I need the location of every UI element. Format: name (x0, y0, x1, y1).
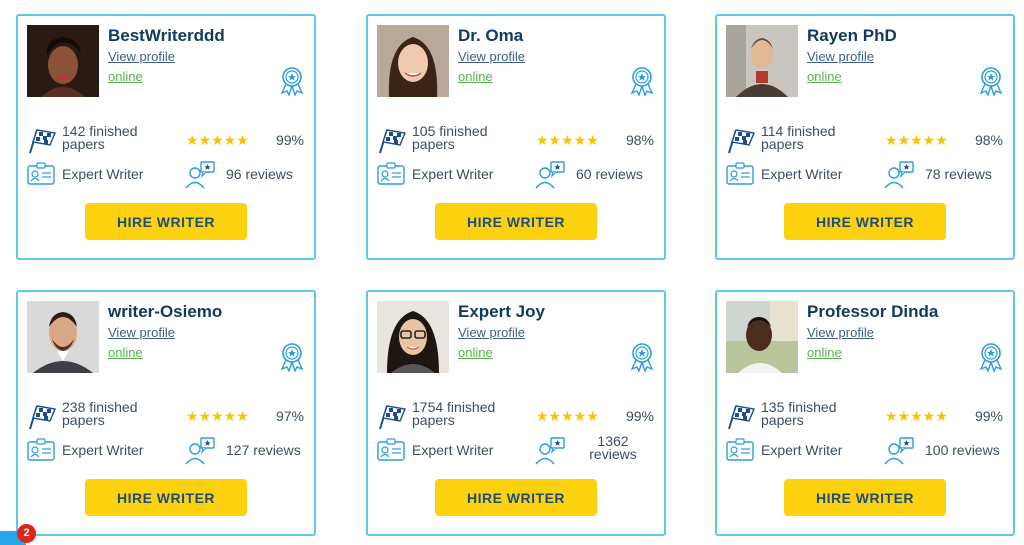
writer-avatar[interactable] (27, 25, 99, 97)
review-count[interactable]: 96 reviews (226, 166, 293, 182)
rating-stars: ★★★★★ (885, 132, 948, 148)
rating-stars: ★★★★★ (186, 132, 249, 148)
award-badge-icon (280, 343, 304, 372)
writer-level: Expert Writer (761, 442, 843, 458)
hire-writer-button[interactable]: HIRE WRITER (784, 203, 946, 240)
view-profile-link[interactable]: View profile (458, 325, 525, 340)
reviewer-icon (185, 161, 215, 189)
writer-avatar[interactable] (377, 25, 449, 97)
writer-level: Expert Writer (412, 166, 494, 182)
finished-papers: 105 finished papers (412, 123, 488, 152)
online-status: online (108, 345, 143, 360)
rating-stars: ★★★★★ (186, 408, 249, 424)
id-card-icon (27, 438, 55, 461)
rating-percent: 98% (625, 132, 654, 148)
review-count[interactable]: 1362 reviews (588, 434, 638, 461)
checkered-flag-icon (29, 405, 56, 430)
writer-name[interactable]: writer-Osiemo (108, 302, 222, 322)
award-badge-icon (280, 67, 304, 96)
checkered-flag-icon (379, 405, 406, 430)
writer-card: Professor Dinda View profile online 135 … (715, 290, 1015, 536)
writers-grid: BestWriterddd View profile online 142 fi… (0, 0, 1024, 545)
online-status: online (807, 345, 842, 360)
writer-card: Expert Joy View profile online 1754 fini… (366, 290, 666, 536)
writer-level: Expert Writer (761, 166, 843, 182)
hire-writer-button[interactable]: HIRE WRITER (435, 479, 597, 516)
writer-avatar[interactable] (27, 301, 99, 373)
award-badge-icon (630, 67, 654, 96)
review-count[interactable]: 78 reviews (925, 166, 992, 182)
writer-avatar[interactable] (726, 301, 798, 373)
checkered-flag-icon (728, 405, 755, 430)
rating-percent: 97% (275, 408, 304, 424)
rating-percent: 99% (625, 408, 654, 424)
review-count[interactable]: 127 reviews (226, 442, 301, 458)
finished-papers: 238 finished papers (62, 399, 138, 428)
writer-name[interactable]: Expert Joy (458, 302, 545, 322)
finished-papers: 135 finished papers (761, 399, 837, 428)
hire-writer-button[interactable]: HIRE WRITER (85, 479, 247, 516)
reviewer-icon (535, 437, 565, 465)
rating-percent: 99% (275, 132, 304, 148)
id-card-icon (377, 438, 405, 461)
view-profile-link[interactable]: View profile (108, 49, 175, 64)
reviewer-icon (535, 161, 565, 189)
writer-card: BestWriterddd View profile online 142 fi… (16, 14, 316, 260)
finished-papers: 114 finished papers (761, 123, 836, 152)
writer-name[interactable]: BestWriterddd (108, 26, 225, 46)
writer-card: Dr. Oma View profile online 105 finished… (366, 14, 666, 260)
writer-name[interactable]: Rayen PhD (807, 26, 897, 46)
finished-papers: 142 finished papers (62, 123, 138, 152)
rating-stars: ★★★★★ (536, 408, 599, 424)
writer-name[interactable]: Professor Dinda (807, 302, 938, 322)
checkered-flag-icon (379, 129, 406, 154)
online-status: online (108, 69, 143, 84)
id-card-icon (377, 162, 405, 185)
checkered-flag-icon (728, 129, 755, 154)
writer-level: Expert Writer (62, 442, 144, 458)
writer-avatar[interactable] (726, 25, 798, 97)
hire-writer-button[interactable]: HIRE WRITER (435, 203, 597, 240)
id-card-icon (726, 438, 754, 461)
award-badge-icon (979, 67, 1003, 96)
reviewer-icon (884, 437, 914, 465)
view-profile-link[interactable]: View profile (807, 325, 874, 340)
rating-percent: 98% (974, 132, 1003, 148)
rating-stars: ★★★★★ (885, 408, 948, 424)
writer-name[interactable]: Dr. Oma (458, 26, 523, 46)
writer-card: writer-Osiemo View profile online 238 fi… (16, 290, 316, 536)
writer-card: Rayen PhD View profile online 114 finish… (715, 14, 1015, 260)
reviewer-icon (185, 437, 215, 465)
writer-avatar[interactable] (377, 301, 449, 373)
checkered-flag-icon (29, 129, 56, 154)
view-profile-link[interactable]: View profile (458, 49, 525, 64)
online-status: online (458, 69, 493, 84)
id-card-icon (27, 162, 55, 185)
review-count[interactable]: 60 reviews (576, 166, 643, 182)
writer-level: Expert Writer (62, 166, 144, 182)
view-profile-link[interactable]: View profile (807, 49, 874, 64)
review-count[interactable]: 100 reviews (925, 442, 1000, 458)
hire-writer-button[interactable]: HIRE WRITER (85, 203, 247, 240)
hire-writer-button[interactable]: HIRE WRITER (784, 479, 946, 516)
finished-papers: 1754 finished papers (412, 399, 496, 428)
reviewer-icon (884, 161, 914, 189)
view-profile-link[interactable]: View profile (108, 325, 175, 340)
id-card-icon (726, 162, 754, 185)
notification-badge[interactable]: 2 (17, 524, 36, 543)
rating-percent: 99% (974, 408, 1003, 424)
online-status: online (807, 69, 842, 84)
award-badge-icon (630, 343, 654, 372)
online-status: online (458, 345, 493, 360)
award-badge-icon (979, 343, 1003, 372)
writer-level: Expert Writer (412, 442, 494, 458)
rating-stars: ★★★★★ (536, 132, 599, 148)
